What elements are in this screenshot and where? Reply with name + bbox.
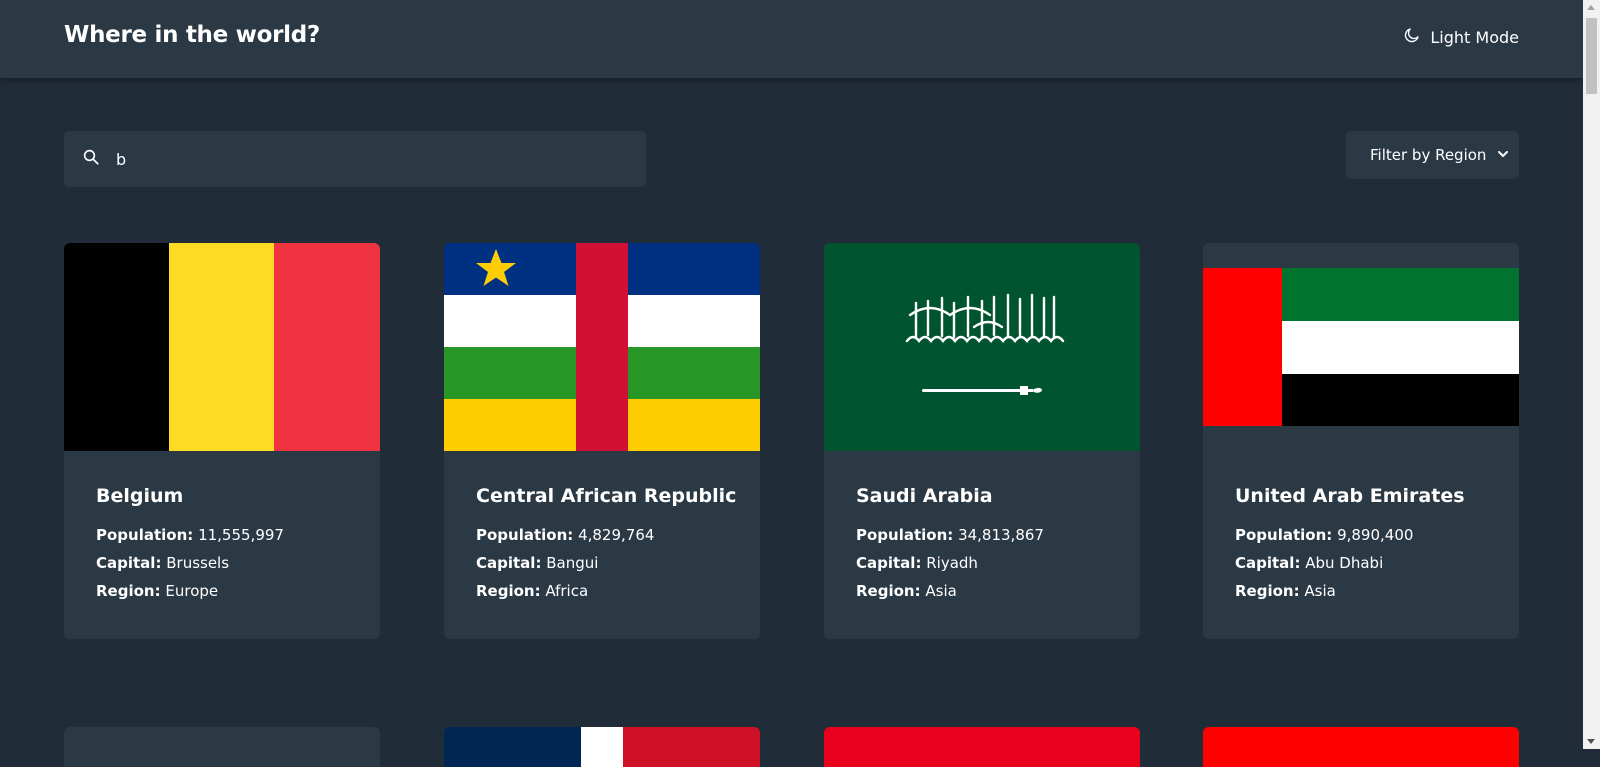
central-african-republic-flag bbox=[444, 243, 760, 451]
theme-toggle-button[interactable]: Light Mode bbox=[1403, 26, 1519, 48]
population-row: Population: 9,890,400 bbox=[1235, 526, 1413, 544]
population-row: Population: 11,555,997 bbox=[96, 526, 284, 544]
region-label: Region: bbox=[476, 582, 541, 600]
population-row: Population: 4,829,764 bbox=[476, 526, 654, 544]
country-card[interactable] bbox=[824, 727, 1140, 767]
country-card[interactable]: Central African Republic Population: 4,8… bbox=[444, 243, 760, 639]
search-icon bbox=[82, 148, 100, 170]
region-row: Region: Africa bbox=[476, 582, 588, 600]
country-name: Central African Republic bbox=[476, 485, 737, 507]
population-value: 4,829,764 bbox=[578, 526, 655, 544]
capital-value: Abu Dhabi bbox=[1305, 554, 1384, 572]
scrollbar-thumb[interactable] bbox=[1586, 18, 1597, 94]
country-card[interactable] bbox=[1203, 727, 1519, 767]
capital-row: Capital: Abu Dhabi bbox=[1235, 554, 1383, 572]
capital-label: Capital: bbox=[96, 554, 162, 572]
app-title: Where in the world? bbox=[64, 22, 320, 48]
scroll-down-icon[interactable] bbox=[1587, 739, 1595, 744]
belgium-flag bbox=[64, 243, 380, 451]
country-card[interactable]: Belgium Population: 11,555,997 Capital: … bbox=[64, 243, 380, 639]
country-name: Belgium bbox=[96, 485, 184, 507]
capital-label: Capital: bbox=[476, 554, 542, 572]
capital-value: Riyadh bbox=[926, 554, 978, 572]
capital-value: Brussels bbox=[166, 554, 230, 572]
population-row: Population: 34,813,867 bbox=[856, 526, 1044, 544]
country-card[interactable]: United Arab Emirates Population: 9,890,4… bbox=[1203, 243, 1519, 639]
capital-row: Capital: Bangui bbox=[476, 554, 598, 572]
population-label: Population: bbox=[96, 526, 194, 544]
region-row: Region: Asia bbox=[856, 582, 957, 600]
population-label: Population: bbox=[1235, 526, 1333, 544]
country-card[interactable]: Saudi Arabia Population: 34,813,867 Capi… bbox=[824, 243, 1140, 639]
region-row: Region: Europe bbox=[96, 582, 218, 600]
population-label: Population: bbox=[856, 526, 954, 544]
capital-value: Bangui bbox=[546, 554, 599, 572]
country-name: United Arab Emirates bbox=[1235, 485, 1465, 507]
header: Where in the world? Light Mode bbox=[0, 0, 1583, 78]
moon-icon bbox=[1403, 26, 1421, 48]
united-arab-emirates-flag bbox=[1203, 243, 1519, 451]
population-value: 9,890,400 bbox=[1337, 526, 1414, 544]
region-label: Region: bbox=[1235, 582, 1300, 600]
search-box[interactable] bbox=[64, 131, 646, 187]
search-input[interactable] bbox=[114, 148, 614, 170]
region-filter-select[interactable]: Filter by Region bbox=[1346, 131, 1519, 179]
capital-row: Capital: Brussels bbox=[96, 554, 229, 572]
chevron-down-icon bbox=[1497, 146, 1509, 164]
region-value: Europe bbox=[165, 582, 219, 600]
scroll-up-icon[interactable] bbox=[1587, 5, 1595, 10]
population-label: Population: bbox=[476, 526, 574, 544]
region-label: Region: bbox=[96, 582, 161, 600]
region-filter-label: Filter by Region bbox=[1370, 146, 1487, 164]
theme-toggle-label: Light Mode bbox=[1430, 27, 1519, 47]
capital-label: Capital: bbox=[1235, 554, 1301, 572]
region-value: Asia bbox=[1304, 582, 1336, 600]
country-name: Saudi Arabia bbox=[856, 485, 993, 507]
country-flag bbox=[444, 727, 760, 767]
region-value: Asia bbox=[925, 582, 957, 600]
capital-row: Capital: Riyadh bbox=[856, 554, 978, 572]
population-value: 34,813,867 bbox=[958, 526, 1044, 544]
region-row: Region: Asia bbox=[1235, 582, 1336, 600]
saudi-arabia-flag bbox=[824, 243, 1140, 451]
capital-label: Capital: bbox=[856, 554, 922, 572]
country-card[interactable] bbox=[444, 727, 760, 767]
scrollbar[interactable] bbox=[1583, 0, 1600, 749]
region-label: Region: bbox=[856, 582, 921, 600]
region-value: Africa bbox=[545, 582, 589, 600]
country-card[interactable] bbox=[64, 727, 380, 767]
population-value: 11,555,997 bbox=[198, 526, 284, 544]
